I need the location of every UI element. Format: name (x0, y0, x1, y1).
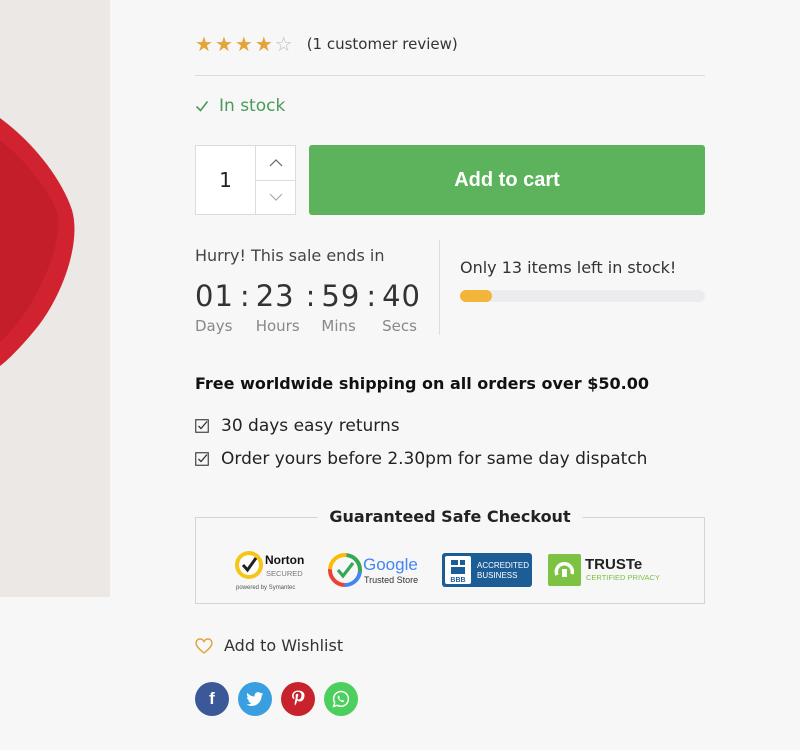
list-item: 30 days easy returns (195, 416, 400, 436)
whatsapp-icon (332, 690, 350, 708)
social-share-buttons: f (195, 682, 358, 716)
google-name: Google (363, 555, 418, 574)
countdown-heading: Hurry! This sale ends in (195, 246, 385, 265)
quantity-decrease-button[interactable] (256, 181, 295, 215)
countdown-hours: 23 (255, 279, 295, 313)
bbb-logo: BBB ACCREDITED BUSINESS (442, 553, 532, 587)
list-item: Order yours before 2.30pm for same day d… (195, 449, 647, 469)
facebook-share-button[interactable]: f (195, 682, 229, 716)
safe-checkout-box: Guaranteed Safe Checkout Norton SECURED … (195, 507, 705, 604)
norton-by: powered by Symantec (236, 585, 295, 591)
divider (195, 75, 705, 76)
sale-countdown: Hurry! This sale ends in 01 Days : 23 Ho… (195, 246, 425, 335)
chevron-up-icon (269, 158, 282, 167)
countdown-secs: 40 (382, 279, 422, 313)
wishlist-label: Add to Wishlist (224, 636, 344, 655)
customer-review-link[interactable]: (1 customer review) (307, 35, 458, 53)
norton-badge: Norton SECURED powered by Symantec (232, 548, 314, 592)
stock-status-text: In stock (219, 96, 286, 116)
stock-left-text: Only 13 items left in stock! (460, 258, 677, 277)
norton-name: Norton (265, 553, 304, 567)
heart-icon (195, 637, 213, 654)
norton-logo: Norton SECURED powered by Symantec (235, 551, 304, 591)
safe-checkout-title: Guaranteed Safe Checkout (317, 507, 583, 526)
quantity-input[interactable]: 1 (196, 146, 256, 214)
truste-name: TRUSTe (585, 556, 642, 573)
whatsapp-share-button[interactable] (324, 682, 358, 716)
star-filled-icon: ★ (195, 32, 213, 56)
product-image (0, 0, 110, 597)
countdown-separator: : (239, 279, 250, 313)
countdown-timer: 01 Days : 23 Hours : 59 Mins : 40 Secs (195, 279, 421, 335)
returns-text: 30 days easy returns (221, 416, 400, 436)
twitter-share-button[interactable] (238, 682, 272, 716)
stock-progress-fill (460, 290, 492, 302)
vertical-divider (439, 240, 440, 335)
add-to-wishlist-link[interactable]: Add to Wishlist (195, 636, 343, 655)
quantity-stepper: 1 (195, 145, 296, 215)
truste-logo: TRUSTe CERTIFIED PRIVACY (548, 554, 660, 586)
pinterest-icon (292, 690, 305, 706)
check-icon (195, 101, 209, 112)
norton-sub: SECURED (266, 569, 303, 578)
checkbox-check-icon (195, 452, 209, 466)
dispatch-text: Order yours before 2.30pm for same day d… (221, 449, 648, 469)
truste-sub: CERTIFIED PRIVACY (586, 573, 660, 582)
bbb-mark: BBB (450, 577, 465, 584)
countdown-mins-label: Mins (321, 317, 356, 335)
stock-status: In stock (195, 96, 285, 116)
star-filled-icon: ★ (254, 32, 273, 56)
star-empty-icon: ☆ (274, 32, 293, 56)
countdown-mins: 59 (321, 279, 361, 313)
countdown-separator: : (366, 279, 377, 313)
countdown-separator: : (305, 279, 316, 313)
rating-row: ★ ★ ★ ★ ☆ (1 customer review) (195, 32, 458, 56)
google-trusted-store-badge: Google Trusted Store (328, 550, 428, 590)
chevron-down-icon (269, 193, 282, 202)
stock-left-block: Only 13 items left in stock! (460, 258, 705, 302)
checkbox-check-icon (195, 419, 209, 433)
bbb-line1: ACCREDITED (477, 561, 529, 570)
quantity-increase-button[interactable] (256, 146, 295, 181)
add-to-cart-button[interactable]: Add to cart (309, 145, 705, 215)
bbb-line2: BUSINESS (477, 571, 517, 580)
google-trusted-store-logo: Google Trusted Store (328, 553, 418, 587)
truste-badge: TRUSTe CERTIFIED PRIVACY (548, 552, 672, 588)
star-filled-icon: ★ (214, 32, 233, 56)
countdown-days: 01 (195, 279, 234, 313)
stock-progress-bar (460, 290, 705, 302)
countdown-secs-label: Secs (382, 317, 417, 335)
facebook-icon: f (209, 689, 215, 708)
countdown-days-label: Days (195, 317, 233, 335)
countdown-hours-label: Hours (255, 317, 300, 335)
star-rating: ★ ★ ★ ★ ☆ (195, 32, 293, 56)
twitter-icon (246, 691, 264, 706)
pinterest-share-button[interactable] (281, 682, 315, 716)
google-sub: Trusted Store (364, 575, 418, 585)
shipping-headline: Free worldwide shipping on all orders ov… (195, 374, 649, 393)
star-filled-icon: ★ (234, 32, 253, 56)
bbb-accredited-badge: BBB ACCREDITED BUSINESS (442, 552, 534, 588)
